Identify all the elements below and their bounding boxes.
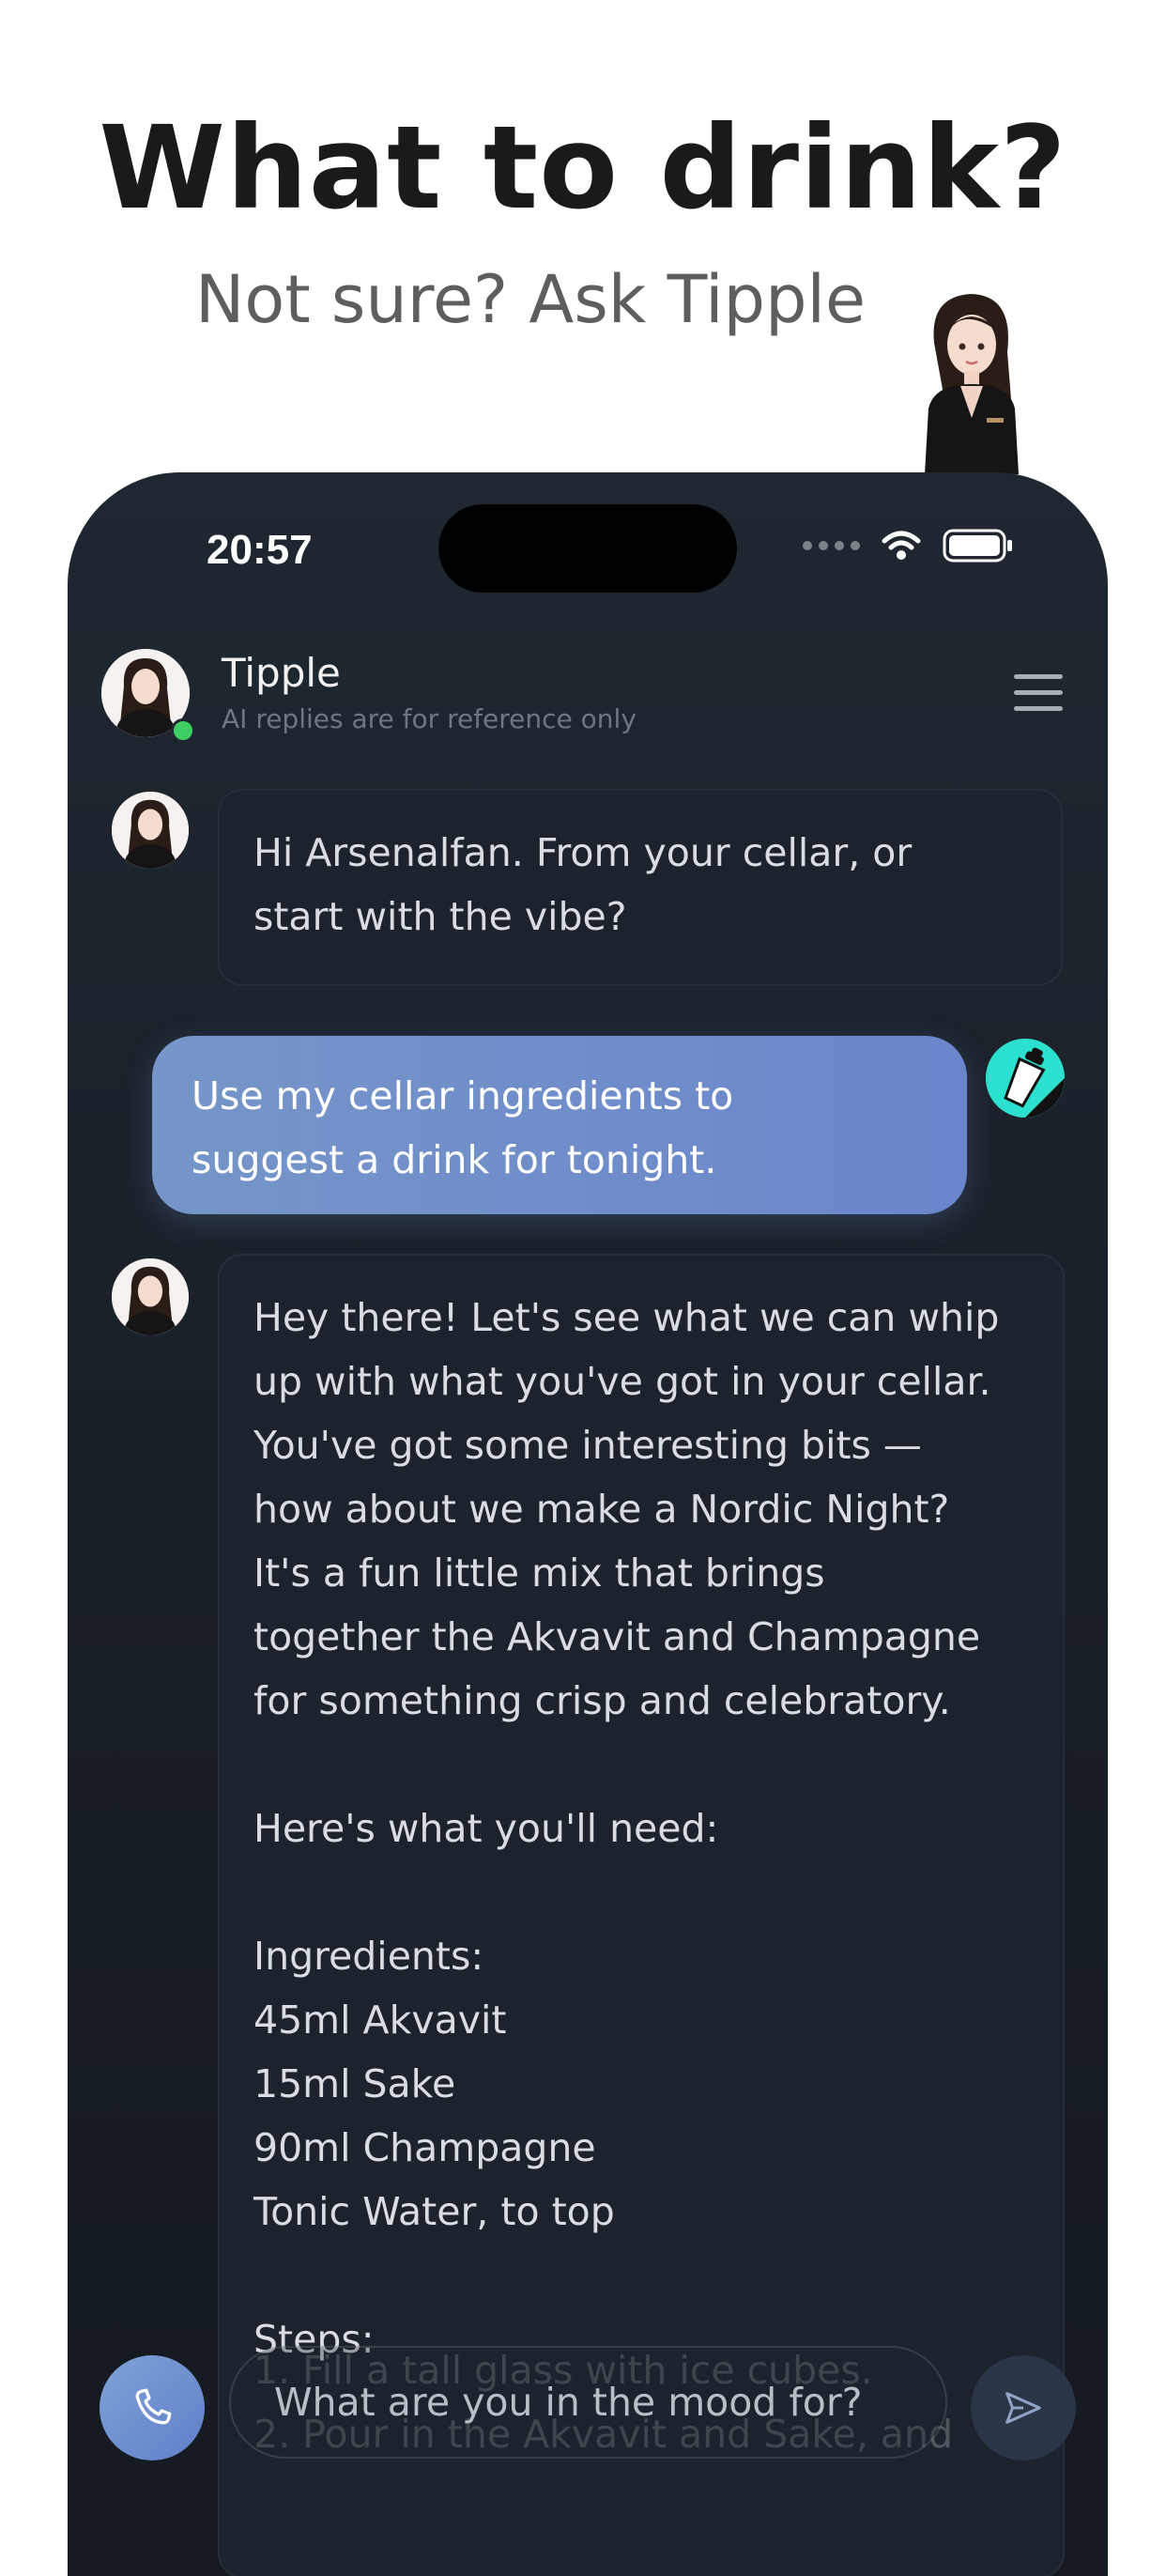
wifi-icon (882, 531, 921, 560)
online-status-dot (171, 718, 195, 743)
chat-input-pill[interactable] (229, 2346, 947, 2459)
bot-avatar (112, 792, 189, 869)
promo-headline: What to drink? (99, 101, 1067, 235)
dynamic-island (438, 504, 737, 593)
user-avatar[interactable] (986, 1039, 1065, 1118)
chat-header: Tipple AI replies are for reference only (101, 644, 1078, 743)
bot-message: Hi Arsenalfan. From your cellar, or star… (218, 789, 1063, 986)
battery-icon (943, 529, 1012, 563)
cocktail-shaker-icon (986, 1039, 1065, 1118)
tipple-mascot-illustration (925, 294, 1019, 474)
chat-title: Tipple (222, 650, 341, 696)
send-icon (1005, 2392, 1041, 2424)
status-time: 20:57 (207, 527, 313, 573)
message-composer: 1. Fill a tall glass with ice cubes. 2. … (68, 2313, 1108, 2576)
hamburger-menu-icon[interactable] (1014, 674, 1063, 712)
send-button[interactable] (971, 2355, 1076, 2460)
chat-input[interactable] (272, 2379, 914, 2426)
phone-icon (135, 2388, 172, 2425)
chat-disclaimer: AI replies are for reference only (222, 703, 637, 734)
signal-dots-icon (803, 541, 860, 550)
call-button[interactable] (100, 2355, 205, 2460)
user-message: Use my cellar ingredients to suggest a d… (152, 1036, 967, 1214)
promo-subheadline: Not sure? Ask Tipple (195, 261, 867, 338)
bot-avatar (112, 1258, 189, 1335)
phone-screen: 20:57 Tipple AI replies are for referenc… (68, 472, 1108, 2576)
status-icons (803, 529, 1014, 563)
